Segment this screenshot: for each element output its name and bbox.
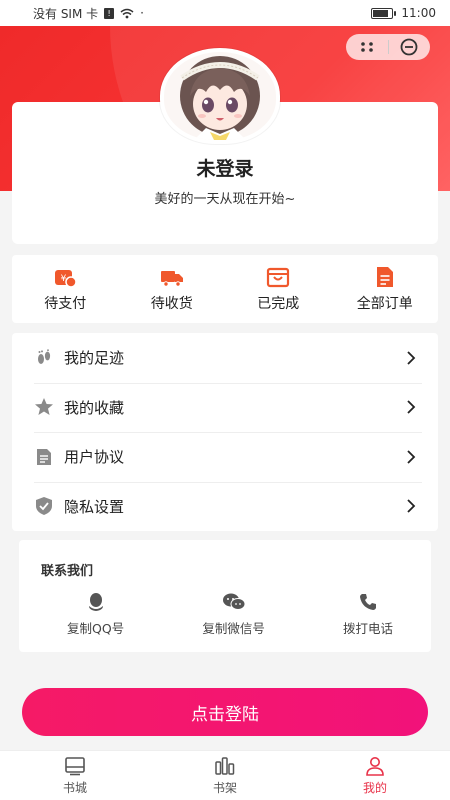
svg-text:¥: ¥ [61, 274, 67, 284]
document-icon [34, 447, 54, 467]
phone-icon [359, 594, 376, 610]
order-pending-receipt[interactable]: 待收货 [119, 255, 226, 323]
chevron-right-icon [407, 351, 416, 365]
bag-icon [267, 267, 290, 288]
avatar-illustration [164, 52, 276, 140]
minus-circle-icon [400, 38, 418, 56]
menu-item-favorites[interactable]: 我的收藏 [12, 382, 438, 433]
miniprogram-capsule [346, 34, 430, 60]
chevron-right-icon [407, 400, 416, 414]
clock-text: 11:00 [401, 6, 436, 20]
order-label: 全部订单 [356, 296, 413, 312]
avatar[interactable] [160, 48, 280, 144]
order-label: 已完成 [257, 296, 300, 312]
contact-title: 联系我们 [41, 564, 94, 579]
menu-item-user-agreement[interactable]: 用户协议 [12, 432, 438, 482]
document-icon [376, 267, 393, 287]
battery-icon [371, 7, 397, 19]
tab-bookstore[interactable]: 书城 [0, 751, 150, 800]
sim-alert-icon: ! [104, 7, 115, 19]
menu-item-footprints[interactable]: 我的足迹 [12, 333, 438, 383]
yen-wallet-icon: ¥ [55, 270, 77, 288]
chevron-right-icon [407, 499, 416, 513]
contact-label: 复制微信号 [202, 621, 265, 636]
footprint-icon [34, 348, 54, 368]
status-left: 没有 SIM 卡 ! · [33, 5, 144, 22]
wechat-icon [222, 593, 246, 610]
order-pending-payment[interactable]: ¥ 待支付 [12, 255, 119, 323]
close-button[interactable] [389, 34, 431, 60]
contact-label: 拨打电话 [342, 621, 393, 636]
bookstore-icon [65, 756, 85, 775]
tab-bookshelf[interactable]: 书架 [150, 751, 300, 800]
menu-item-label: 用户协议 [64, 448, 125, 467]
shield-check-icon [34, 496, 54, 516]
status-bar: 没有 SIM 卡 ! · 11:00 [0, 0, 450, 26]
order-completed[interactable]: 已完成 [225, 255, 332, 323]
chevron-right-icon [407, 450, 416, 464]
copy-qq-button[interactable]: 复制QQ号 [67, 592, 124, 637]
menu-item-label: 我的足迹 [64, 349, 125, 368]
truck-icon [160, 271, 183, 287]
tab-label: 我的 [362, 780, 387, 795]
tab-mine[interactable]: 我的 [300, 751, 450, 800]
contact-label: 复制QQ号 [67, 621, 125, 636]
contact-section: 联系我们 复制QQ号 复制微信号 拨打电话 [19, 540, 431, 652]
menu-item-label: 我的收藏 [64, 398, 125, 417]
status-right: 11:00 [371, 6, 436, 20]
more-dots-icon [360, 42, 373, 52]
call-phone-button[interactable]: 拨打电话 [343, 592, 393, 637]
star-icon [34, 397, 54, 417]
status-dot: · [140, 6, 144, 20]
login-button[interactable]: 点击登陆 [22, 688, 428, 736]
more-button[interactable] [346, 34, 388, 60]
menu-item-label: 隐私设置 [64, 497, 125, 516]
slogan-text: 美好的一天从现在开始~ [154, 192, 296, 207]
order-label: 待收货 [150, 296, 193, 312]
login-status-title[interactable]: 未登录 [12, 154, 438, 181]
user-icon [366, 756, 384, 776]
order-label: 待支付 [44, 296, 87, 312]
order-all[interactable]: 全部订单 [332, 255, 439, 323]
menu-list: 我的足迹 我的收藏 用户协议 隐私设置 [12, 333, 438, 531]
bottom-tab-bar: 书城 书架 我的 [0, 750, 450, 800]
order-status-bar: ¥ 待支付 待收货 已完成 全部订单 [12, 255, 438, 323]
tab-label: 书架 [212, 780, 237, 795]
menu-item-privacy-settings[interactable]: 隐私设置 [12, 481, 438, 532]
qq-icon [88, 593, 103, 611]
contact-items: 复制QQ号 复制微信号 拨打电话 [19, 592, 431, 637]
copy-wechat-button[interactable]: 复制微信号 [202, 592, 265, 637]
bookshelf-icon [215, 756, 235, 775]
wifi-icon [120, 8, 134, 18]
carrier-text: 没有 SIM 卡 [33, 6, 99, 21]
tab-label: 书城 [62, 780, 87, 795]
